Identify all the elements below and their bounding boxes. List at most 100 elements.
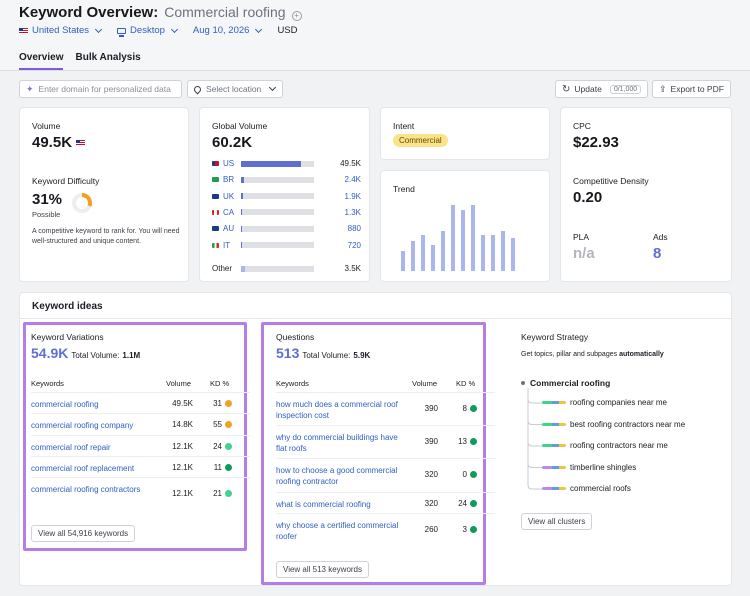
keyword-link[interactable]: why choose a certified commercial roofer — [276, 520, 401, 542]
volume-label: Volume — [32, 121, 61, 131]
page-header: Keyword Overview: Commercial roofing + U… — [0, 0, 750, 70]
global-volume-value: 60.2K — [212, 134, 253, 151]
strategy-root[interactable]: Commercial roofing — [521, 378, 610, 388]
view-all-clusters-button[interactable]: View all clusters — [521, 513, 593, 530]
competitive-density-value: 0.20 — [573, 189, 603, 206]
country-select[interactable]: United States — [19, 25, 103, 36]
trend-bar — [501, 231, 505, 271]
country-value: 2.4K — [344, 175, 361, 185]
update-counter: 0/1,000 — [609, 84, 642, 94]
country-value: 3.5K — [344, 264, 361, 273]
volume-value: 49.5K — [172, 399, 193, 408]
volume-value-row: 49.5K — [32, 134, 86, 151]
domain-input[interactable]: ✦ Enter domain for personalized data — [19, 80, 182, 98]
export-pdf-button[interactable]: ⇪ Export to PDF — [652, 80, 731, 98]
volume-value: 49.5K — [32, 134, 73, 151]
cluster-bar — [542, 401, 566, 404]
add-circle-icon[interactable]: + — [291, 11, 302, 21]
country-row-br[interactable]: BR 2.4K — [212, 174, 361, 185]
tab-overview[interactable]: Overview — [19, 52, 64, 70]
country-bar — [241, 160, 314, 167]
device-label: Desktop — [130, 25, 165, 36]
divider — [276, 425, 495, 426]
country-bar — [241, 193, 314, 200]
tab-bulk-analysis[interactable]: Bulk Analysis — [75, 52, 140, 70]
divider — [20, 318, 731, 319]
us-flag-icon — [76, 139, 86, 146]
ads-value[interactable]: 8 — [653, 245, 661, 262]
kd-indicator — [225, 464, 232, 471]
strategy-subtitle: Get topics, pillar and subpages automati… — [521, 351, 664, 358]
volume-value: 260 — [424, 525, 438, 534]
column-header-kd: KD % — [456, 379, 476, 388]
kd-value: 31 — [213, 399, 222, 408]
trend-card: Trend — [380, 170, 550, 282]
strategy-item[interactable]: roofing companies near me — [542, 398, 667, 407]
date-select[interactable]: Aug 10, 2026 — [193, 25, 263, 36]
trend-bar — [461, 210, 465, 271]
variations-summary: 54.9K Total Volume: 1.1M — [31, 345, 140, 361]
trend-bar — [481, 234, 485, 271]
refresh-icon: ↻ — [562, 83, 571, 95]
location-select[interactable]: Select location — [187, 80, 283, 98]
volume-value: 12.1K — [172, 463, 193, 472]
column-header-keywords: Keywords — [31, 379, 64, 388]
export-icon: ⇪ — [659, 83, 667, 94]
country-code: BR — [223, 175, 235, 185]
country-value: 49.5K — [340, 159, 361, 168]
location-pin-icon — [192, 84, 203, 94]
view-all-questions-button[interactable]: View all 513 keywords — [276, 561, 370, 578]
kd-value: 55 — [213, 420, 222, 429]
trend-bar — [511, 238, 515, 271]
trend-bar — [401, 251, 405, 271]
kd-indicator — [470, 526, 477, 533]
kd-indicator — [225, 443, 232, 450]
title-label: Keyword Overview: — [19, 4, 159, 21]
country-value: 720 — [347, 240, 361, 250]
variations-count[interactable]: 54.9K — [31, 345, 68, 361]
us-flag-icon — [19, 27, 28, 34]
kd-value: 24 — [458, 499, 467, 508]
chevron-down-icon — [95, 25, 103, 33]
kd-status: Possible — [32, 210, 61, 219]
country-row-us[interactable]: US 49.5K — [212, 158, 361, 169]
country-row-au[interactable]: AU 880 — [212, 223, 361, 234]
keyword-link[interactable]: why do commercial buildings have flat ro… — [276, 432, 401, 454]
br-flag-icon — [212, 177, 219, 183]
country-row-it[interactable]: IT 720 — [212, 240, 361, 251]
sparkle-icon: ✦ — [26, 83, 34, 94]
update-label: Update — [574, 84, 602, 94]
country-row-uk[interactable]: UK 1.9K — [212, 191, 361, 202]
divider — [31, 392, 250, 393]
keyword-link[interactable]: commercial roof repair — [31, 442, 151, 453]
strategy-item[interactable]: roofing contractors near me — [542, 441, 668, 450]
intent-badge: Commercial — [393, 134, 448, 147]
country-code: US — [223, 159, 235, 168]
kd-indicator — [470, 438, 477, 445]
uk-flag-icon — [212, 193, 219, 199]
keyword-link[interactable]: what is commercial roofing — [276, 499, 401, 510]
device-select[interactable]: Desktop — [117, 25, 178, 37]
ads-label: Ads — [653, 232, 668, 242]
country-value: 1.3K — [344, 207, 361, 217]
country-bar — [241, 176, 314, 183]
pla-value: n/a — [573, 245, 595, 262]
country-value: 880 — [347, 224, 361, 234]
strategy-item[interactable]: best roofing contractors near me — [542, 420, 685, 429]
strategy-item[interactable]: commercial roofs — [542, 484, 631, 493]
keyword-link[interactable]: commercial roof replacement — [31, 463, 151, 474]
keyword-link[interactable]: commercial roofing contractors — [31, 484, 151, 495]
kd-indicator — [470, 405, 477, 412]
country-row-ca[interactable]: CA 1.3K — [212, 207, 361, 218]
keyword-link[interactable]: how much does a commercial roof inspecti… — [276, 399, 401, 421]
keyword-link[interactable]: how to choose a good commercial roofing … — [276, 465, 401, 487]
keyword-link[interactable]: commercial roofing — [31, 399, 151, 410]
divider — [276, 513, 495, 514]
view-all-variations-button[interactable]: View all 54,916 keywords — [31, 525, 136, 542]
volume-value: 390 — [424, 437, 438, 446]
questions-count[interactable]: 513 — [276, 345, 299, 361]
keyword-link[interactable]: commercial roofing company — [31, 420, 151, 431]
strategy-item[interactable]: timberline shingles — [542, 463, 636, 472]
update-button[interactable]: ↻ Update 0/1,000 — [555, 80, 648, 98]
au-flag-icon — [212, 226, 219, 232]
